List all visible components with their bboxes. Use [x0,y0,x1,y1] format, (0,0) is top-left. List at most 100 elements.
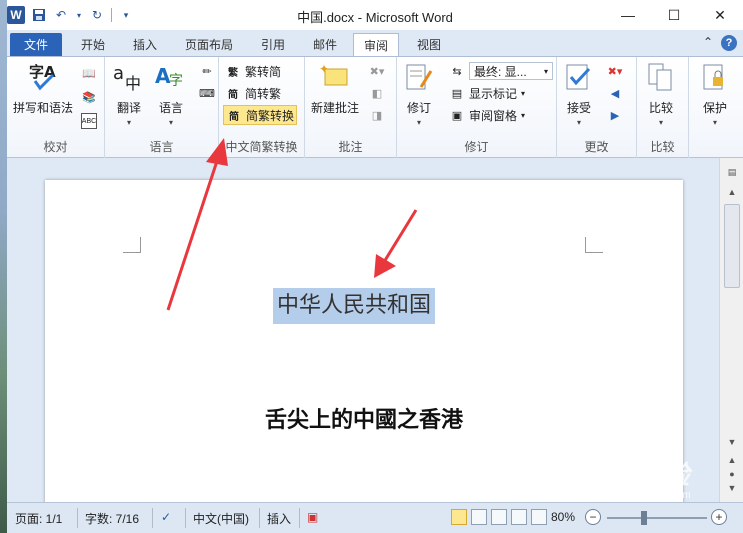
tracking-group-label: 修订 [464,140,489,154]
ime-button[interactable]: ⌨ [197,83,217,103]
trad-to-simp-icon: 繁 [228,67,238,79]
svg-text:中: 中 [125,74,141,93]
next-page-icon[interactable]: ▼ [724,480,740,496]
accept-dropdown-icon[interactable]: ▾ [577,118,581,127]
word-count-button[interactable]: ABC [79,111,99,131]
compare-button[interactable]: 比较 ▾ [645,61,677,127]
maximize-button[interactable]: ☐ [651,0,697,30]
display-for-review-dropdown[interactable]: ⇆ 最终: 显... ▾ [447,61,555,81]
research-button[interactable]: 📖 [79,63,99,83]
tab-page-layout[interactable]: 页面布局 [175,33,243,57]
changes-group-label: 更改 [584,140,609,154]
status-separator [152,508,153,528]
new-comment-icon: ✦ [319,61,351,93]
window-controls: — ☐ ✕ [605,0,743,30]
next-change-icon: ▶ [610,109,620,122]
translate-dropdown-icon[interactable]: ▾ [127,118,131,127]
tab-mailings[interactable]: 邮件 [303,33,347,57]
scroll-down-icon[interactable]: ▼ [724,434,740,450]
draft-view-icon[interactable] [531,509,547,525]
help-area: ⌃ ? [703,35,737,51]
protect-label: 保护 [702,101,727,115]
compare-dropdown-icon[interactable]: ▾ [659,118,663,127]
reviewing-pane-button[interactable]: ▣ 审阅窗格 ▾ [447,105,527,125]
set-language-icon: ✏ [202,65,212,78]
language-button[interactable]: A字 语言 ▾ [155,61,187,127]
track-changes-dropdown-icon[interactable]: ▾ [417,118,421,127]
macro-record-icon[interactable]: ▣ [307,510,318,524]
web-layout-icon[interactable] [491,509,507,525]
trad-to-simp-label: 繁转简 [245,64,282,79]
thesaurus-button[interactable]: 📚 [79,87,99,107]
previous-change-button[interactable]: ◀ [605,83,625,103]
scroll-thumb[interactable] [724,204,740,288]
zoom-level[interactable]: 80% [551,510,575,524]
page-indicator[interactable]: 页面: 1/1 [15,510,62,527]
word-count[interactable]: 字数: 7/16 [85,510,139,527]
ruler-toggle-icon[interactable]: ▤ [724,164,740,180]
selected-text-line[interactable]: 中华人民共和国 [273,288,436,324]
proofing-group-label: 校对 [43,140,68,154]
tab-view[interactable]: 视图 [407,33,451,57]
language-indicator[interactable]: 中文(中国) [193,510,249,527]
proofing-status-icon[interactable]: ✓ [161,510,171,524]
tab-insert[interactable]: 插入 [123,33,167,57]
zoom-out-icon[interactable]: − [585,509,601,525]
zoom-slider[interactable] [607,517,707,519]
zoom-in-icon[interactable]: + [711,509,727,525]
language-dropdown-icon[interactable]: ▾ [169,118,173,127]
body-text-line[interactable]: 舌尖上的中國之香港 [45,402,683,434]
next-comment-button[interactable]: ◨ [367,105,387,125]
set-language-button[interactable]: ✏ [197,61,217,81]
show-markup-label: 显示标记 [469,86,518,101]
minimize-ribbon-icon[interactable]: ⌃ [703,35,713,51]
protect-button[interactable]: 保护 ▾ [699,61,731,127]
next-change-button[interactable]: ▶ [605,105,625,125]
reject-button[interactable]: ✖▾ [605,61,625,81]
show-markup-button[interactable]: ▤ 显示标记 ▾ [447,83,527,103]
margin-corner-top-left [123,237,141,253]
reviewing-pane-label: 审阅窗格 [469,108,518,123]
conversion-button[interactable]: 简 简繁转换 [223,105,298,125]
tab-home[interactable]: 开始 [71,33,115,57]
spelling-icon: 字A [27,61,59,93]
tab-references[interactable]: 引用 [251,33,295,57]
protect-dropdown-icon[interactable]: ▾ [713,118,717,127]
new-comment-button[interactable]: ✦ 新建批注 [311,61,359,116]
minimize-button[interactable]: — [605,0,651,30]
help-icon[interactable]: ? [721,35,737,51]
word-window: W ↶ ▾ ↻ ▾ 中国.docx - Microsoft Word — ☐ ✕… [7,0,743,533]
display-review-icon: ⇆ [452,65,462,78]
close-button[interactable]: ✕ [697,0,743,30]
markup-dropdown[interactable]: 最终: 显... ▾ [469,62,553,80]
show-markup-icon: ▤ [451,87,463,100]
language-icon: A字 [155,61,187,93]
outline-view-icon[interactable] [511,509,527,525]
margin-corner-top-right [585,237,603,253]
baidu-watermark: Baidu经验 [565,460,690,490]
accept-button[interactable]: 接受 ▾ [563,61,595,127]
group-tracking: 修订 ▾ ⇆ 最终: 显... ▾ ▤ 显示标记 ▾ ▣ 审阅窗格 ▾ 修订 [397,57,557,158]
tab-file[interactable]: 文件 [10,33,62,57]
simp-to-trad-button[interactable]: 简 简转繁 [223,83,283,103]
translate-button[interactable]: a中 翻译 ▾ [113,61,145,127]
insert-mode[interactable]: 插入 [267,510,291,527]
full-screen-reading-icon[interactable] [471,509,487,525]
vertical-scrollbar[interactable]: ▤ ▲ ▼ ▲ ● ▼ [719,158,743,502]
group-language: a中 翻译 ▾ A字 语言 ▾ ✏ ⌨ 语言 [105,57,219,158]
track-changes-button[interactable]: 修订 ▾ [403,61,435,127]
reviewing-pane-icon: ▣ [451,109,463,122]
print-layout-view-icon[interactable] [451,509,467,525]
status-separator [259,508,260,528]
trad-to-simp-button[interactable]: 繁 繁转简 [223,61,283,81]
zoom-slider-thumb[interactable] [641,511,647,525]
scroll-up-icon[interactable]: ▲ [724,184,740,200]
ribbon: 字A 拼写和语法 📖 📚 ABC 校对 a中 翻译 ▾ A字 语言 ▾ ✏ ⌨ … [7,56,743,158]
previous-comment-button[interactable]: ◧ [367,83,387,103]
spelling-grammar-button[interactable]: 字A 拼写和语法 [13,61,73,116]
delete-comment-button[interactable]: ✖▾ [367,61,387,81]
translate-icon: a中 [113,61,145,93]
compare-icon [645,61,677,93]
language-group-label: 语言 [149,140,174,154]
tab-review[interactable]: 审阅 [353,33,400,57]
